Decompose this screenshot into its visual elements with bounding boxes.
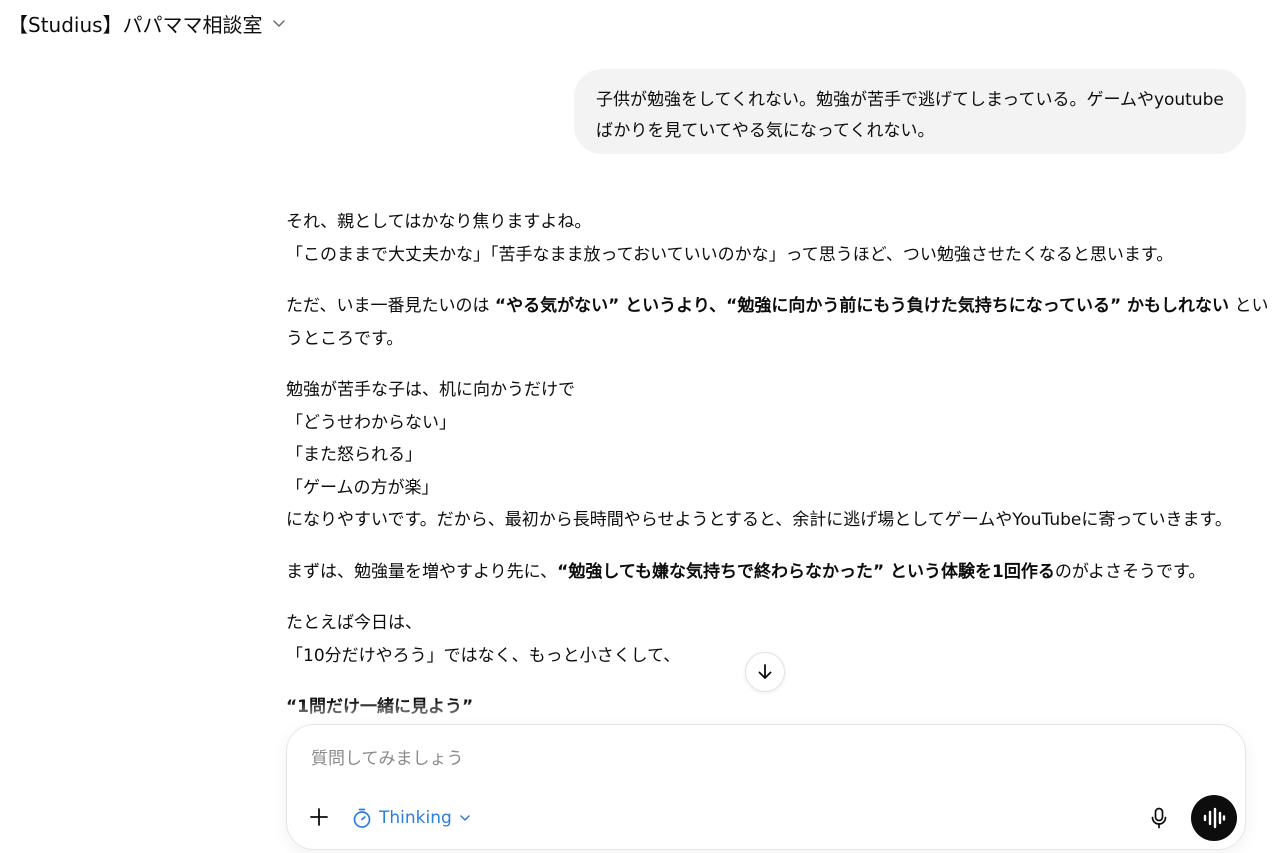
voice-waveform-icon xyxy=(1203,807,1226,829)
scroll-to-bottom-button[interactable] xyxy=(745,652,785,692)
assistant-text: 「このままで大丈夫かな」「苦手なまま放っておいていいのかな」って思うほど、つい勉… xyxy=(286,244,1174,265)
assistant-text: たとえば今日は、 xyxy=(286,613,422,633)
assistant-text: 「ゲームの方が楽」 xyxy=(286,477,439,498)
composer: Thinking xyxy=(286,724,1246,850)
chat-app: 【Studius】パパママ相談室 子供が勉強をしてくれない。勉強が苦手で逃げてし… xyxy=(0,0,1288,853)
timer-icon xyxy=(353,808,371,828)
assistant-text-segment: とい xyxy=(1229,296,1269,316)
chevron-down-icon xyxy=(272,20,285,27)
assistant-message: それ、親としてはかなり焦りますよね。 「このままで大丈夫かな」「苦手なまま放って… xyxy=(286,206,1268,724)
assistant-text-segment: ただ、いま一番見たいのは xyxy=(286,296,495,316)
assistant-text-segment: まずは、勉強量を増やすより先に、 xyxy=(286,561,558,582)
assistant-text: それ、親としてはかなり焦りますよね。 xyxy=(286,212,592,232)
assistant-bold-text: “1問だけ一緒に見よう” xyxy=(286,697,474,717)
dictate-button[interactable] xyxy=(1145,803,1173,833)
microphone-icon xyxy=(1151,807,1167,829)
thinking-mode-button[interactable]: Thinking xyxy=(351,803,472,833)
assistant-text: 勉強が苦手な子は、机に向かうだけで xyxy=(286,380,575,400)
assistant-text: 「また怒られる」 xyxy=(286,445,422,465)
thinking-mode-label: Thinking xyxy=(379,808,452,828)
chat-title: 【Studius】パパママ相談室 xyxy=(8,12,263,37)
user-message-bubble: 子供が勉強をしてくれない。勉強が苦手で逃げてしまっている。ゲームやyoutube… xyxy=(574,69,1246,154)
assistant-text: ただ、いま一番見たいのは “やる気がない” というより、“勉強に向かう前にもう負… xyxy=(286,290,1268,323)
assistant-bold-text: “勉強しても嫌な気持ちで終わらなかった” という体験を1回作る xyxy=(557,561,1055,582)
chevron-down-icon xyxy=(460,815,470,821)
user-message-line: 子供が勉強をしてくれない。勉強が苦手で逃げてしまっている。ゲームやyoutube xyxy=(596,90,1224,110)
assistant-bold-text: “やる気がない” というより、“勉強に向かう前にもう負けた気持ちになっている” … xyxy=(494,296,1230,316)
arrow-down-icon xyxy=(758,664,772,679)
add-attachment-button[interactable] xyxy=(305,803,333,831)
assistant-text: うところです。 xyxy=(286,328,404,349)
user-message-line: ばかりを見ていてやる気になってくれない。 xyxy=(596,121,935,141)
plus-icon xyxy=(310,808,328,826)
assistant-text: まずは、勉強量を増やすより先に、“勉強しても嫌な気持ちで終わらなかった” という… xyxy=(286,556,1248,589)
prompt-input[interactable] xyxy=(311,745,1211,773)
assistant-text: 「どうせわからない」 xyxy=(286,412,456,433)
voice-mode-button[interactable] xyxy=(1191,795,1237,841)
assistant-text: になりやすいです。だから、最初から長時間やらせようとすると、余計に逃げ場としてゲ… xyxy=(286,510,1232,530)
chat-title-dropdown[interactable]: 【Studius】パパママ相談室 xyxy=(8,8,287,38)
assistant-text-segment: のがよさそうです。 xyxy=(1054,561,1206,582)
assistant-text: “1問だけ一緒に見よう” xyxy=(286,691,1248,724)
